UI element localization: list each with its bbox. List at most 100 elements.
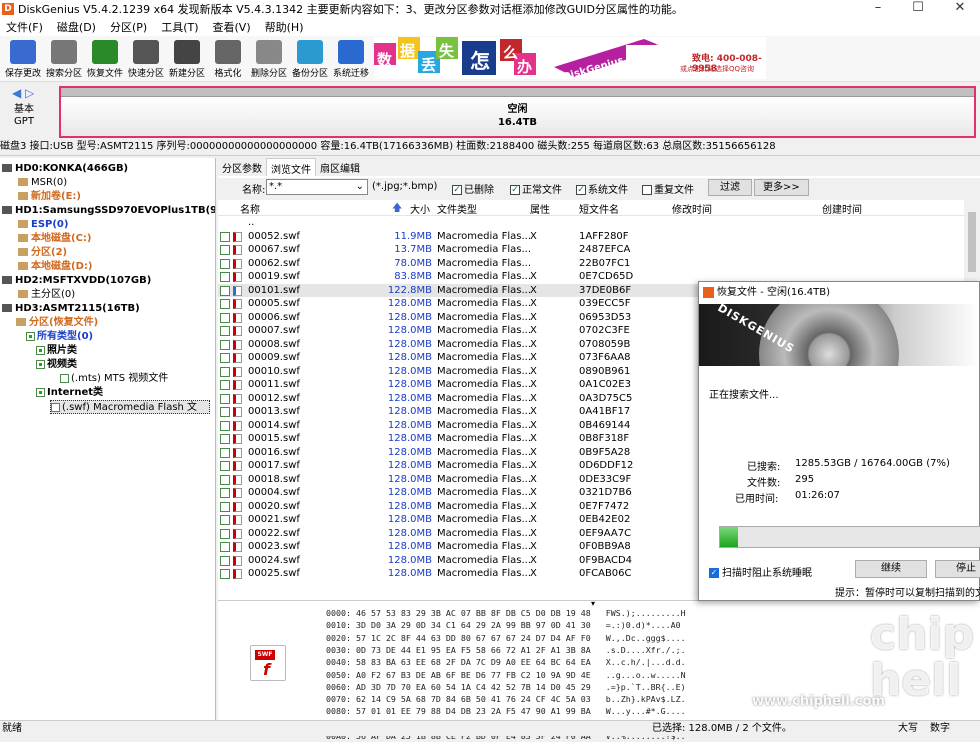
tree-node[interactable]: 所有类型(0) (26, 330, 93, 344)
col-size[interactable]: 大小 (410, 201, 430, 216)
cell-tp: Macromedia Flas... (437, 230, 531, 242)
tree-node[interactable]: 新加卷(E:) (18, 190, 81, 204)
tree-node[interactable]: HD2:MSFTXVDD(107GB) (2, 274, 151, 288)
filter-button[interactable]: 过滤 (708, 179, 752, 196)
toolbar-button-8[interactable]: 系统迁移 (329, 38, 373, 80)
scroll-thumb[interactable] (968, 212, 976, 272)
tree-node[interactable]: HD1:SamsungSSD970EVOPlus1TB(932G (2, 204, 215, 218)
menu-item-1[interactable]: 磁盘(D) (57, 19, 104, 35)
menu-item-0[interactable]: 文件(F) (6, 19, 51, 35)
menu-item-4[interactable]: 查看(V) (213, 19, 259, 35)
toolbar-button-4[interactable]: 新建分区 (165, 38, 209, 80)
tree-node[interactable]: (.swf) Macromedia Flash 文 (50, 400, 210, 414)
name-filter-input[interactable]: *.* ⌄ (266, 179, 368, 195)
tree-node[interactable]: Internet类 (36, 386, 103, 400)
row-checkbox[interactable] (220, 258, 230, 269)
row-checkbox[interactable] (220, 542, 230, 552)
row-checkbox[interactable] (220, 380, 230, 390)
menu-item-3[interactable]: 工具(T) (161, 19, 206, 35)
tree-node[interactable]: ESP(0) (18, 218, 68, 232)
dialog-title-bar[interactable]: 恢复文件 - 空闲(16.4TB) (699, 282, 979, 304)
row-checkbox[interactable] (220, 231, 230, 242)
more-button[interactable]: 更多>> (754, 179, 809, 196)
stop-button[interactable]: 停止 (935, 560, 980, 578)
row-checkbox[interactable] (220, 447, 230, 458)
row-checkbox[interactable] (220, 528, 230, 539)
row-checkbox[interactable] (220, 272, 230, 282)
toolbar-button-2[interactable]: 恢复文件 (83, 38, 127, 80)
row-checkbox[interactable] (220, 501, 230, 512)
hex-line: 0080: 57 01 01 EE 79 88 D4 DB 23 2A F5 4… (326, 706, 686, 717)
row-checkbox[interactable] (220, 312, 230, 323)
col-ctime[interactable]: 创建时间 (822, 201, 862, 216)
toolbar-button-0[interactable]: 保存更改 (1, 38, 45, 80)
continue-button[interactable]: 继续 (855, 560, 927, 578)
col-name[interactable]: 名称 (240, 201, 260, 216)
duplicate-checkbox[interactable]: 重复文件 (642, 181, 694, 196)
prevent-sleep-checkbox[interactable]: ✓ 扫描时阻止系统睡眠 (709, 564, 812, 579)
tree-node[interactable]: HD3:ASMT2115(16TB) (2, 302, 140, 316)
tree-node[interactable]: 照片类 (36, 344, 77, 358)
file-row[interactable]: 00067.swf 13.7MB Macromedia Flas... 2487EFC… (218, 243, 964, 257)
tab-partition-params[interactable]: 分区参数 (218, 158, 266, 176)
tree-node[interactable]: (.mts) MTS 视频文件 (60, 372, 168, 386)
row-checkbox[interactable] (220, 434, 230, 444)
tree-node[interactable]: 视频类 (36, 358, 77, 372)
toolbar-button-3[interactable]: 快速分区 (124, 38, 168, 80)
partition-block-free[interactable]: 空闲 16.4TB (59, 86, 976, 138)
tree-node[interactable]: HD0:KONKA(466GB) (2, 162, 128, 176)
col-type[interactable]: 文件类型 (437, 201, 477, 216)
system-checkbox[interactable]: ✓ 系统文件 (576, 181, 628, 196)
tree-node[interactable]: 分区(恢复文件) (16, 316, 98, 330)
row-checkbox[interactable] (220, 393, 230, 404)
menu-item-2[interactable]: 分区(P) (110, 19, 155, 35)
col-attr[interactable]: 属性 (530, 201, 550, 216)
row-checkbox[interactable] (220, 420, 230, 431)
disk-nav-arrows[interactable]: ◀ ▷ (12, 86, 34, 100)
tab-sector-edit[interactable]: 扇区编辑 (316, 158, 364, 176)
col-mtime[interactable]: 修改时间 (672, 201, 712, 216)
row-checkbox[interactable] (220, 285, 230, 296)
chevron-down-icon[interactable]: ⌄ (356, 180, 364, 194)
minimize-button[interactable]: – (858, 0, 898, 18)
file-row[interactable]: 00052.swf 11.9MB Macromedia Flas... X 1AFF28… (218, 230, 964, 244)
cell-nm: 00010.swf (248, 365, 300, 377)
cell-nm: 00101.swf (248, 284, 300, 296)
row-checkbox[interactable] (220, 515, 230, 525)
col-short-name[interactable]: 短文件名 (579, 201, 619, 216)
row-checkbox[interactable] (220, 461, 230, 471)
toolbar-button-5[interactable]: 格式化 (206, 38, 250, 80)
deleted-checkbox[interactable]: ✓ 已删除 (452, 181, 494, 196)
tree-node[interactable]: 本地磁盘(C:) (18, 232, 91, 246)
maximize-button[interactable]: ☐ (898, 0, 938, 18)
row-checkbox[interactable] (220, 407, 230, 417)
file-row[interactable]: 00062.swf 78.0MB Macromedia Flas... 22B07FC… (218, 257, 964, 271)
cell-sz: 128.0MB (387, 392, 432, 404)
tree-node[interactable]: 本地磁盘(D:) (18, 260, 92, 274)
toolbar-button-7[interactable]: 备份分区 (288, 38, 332, 80)
row-checkbox[interactable] (220, 339, 230, 350)
file-row[interactable]: .. (218, 216, 964, 230)
row-checkbox[interactable] (220, 326, 230, 336)
row-checkbox[interactable] (220, 569, 230, 579)
tree-node[interactable]: MSR(0) (18, 176, 67, 190)
ad-banner[interactable]: 数 据 丢 失 怎 么 办 DiskGenius 团队为您服务 致电: 400-… (374, 37, 766, 79)
row-checkbox[interactable] (220, 245, 230, 255)
menu-item-5[interactable]: 帮助(H) (265, 19, 312, 35)
row-checkbox[interactable] (220, 555, 230, 566)
row-checkbox[interactable] (220, 474, 230, 485)
cell-at: X (530, 433, 537, 444)
tab-browse-files[interactable]: 浏览文件 (266, 158, 316, 176)
tree-node[interactable]: 分区(2) (18, 246, 67, 260)
cell-nm: 00052.swf (248, 230, 300, 242)
tree-node[interactable]: 主分区(0) (18, 288, 75, 302)
row-checkbox[interactable] (220, 299, 230, 309)
row-checkbox[interactable] (220, 353, 230, 363)
toolbar-button-6[interactable]: 删除分区 (247, 38, 291, 80)
toolbar-button-1[interactable]: 搜索分区 (42, 38, 86, 80)
disk-tree[interactable]: HD0:KONKA(466GB) MSR(0) 新加卷(E:) HD1:Samsung… (0, 158, 216, 720)
close-button[interactable]: ✕ (940, 0, 980, 18)
normal-checkbox[interactable]: ✓ 正常文件 (510, 181, 562, 196)
row-checkbox[interactable] (220, 488, 230, 498)
row-checkbox[interactable] (220, 366, 230, 377)
